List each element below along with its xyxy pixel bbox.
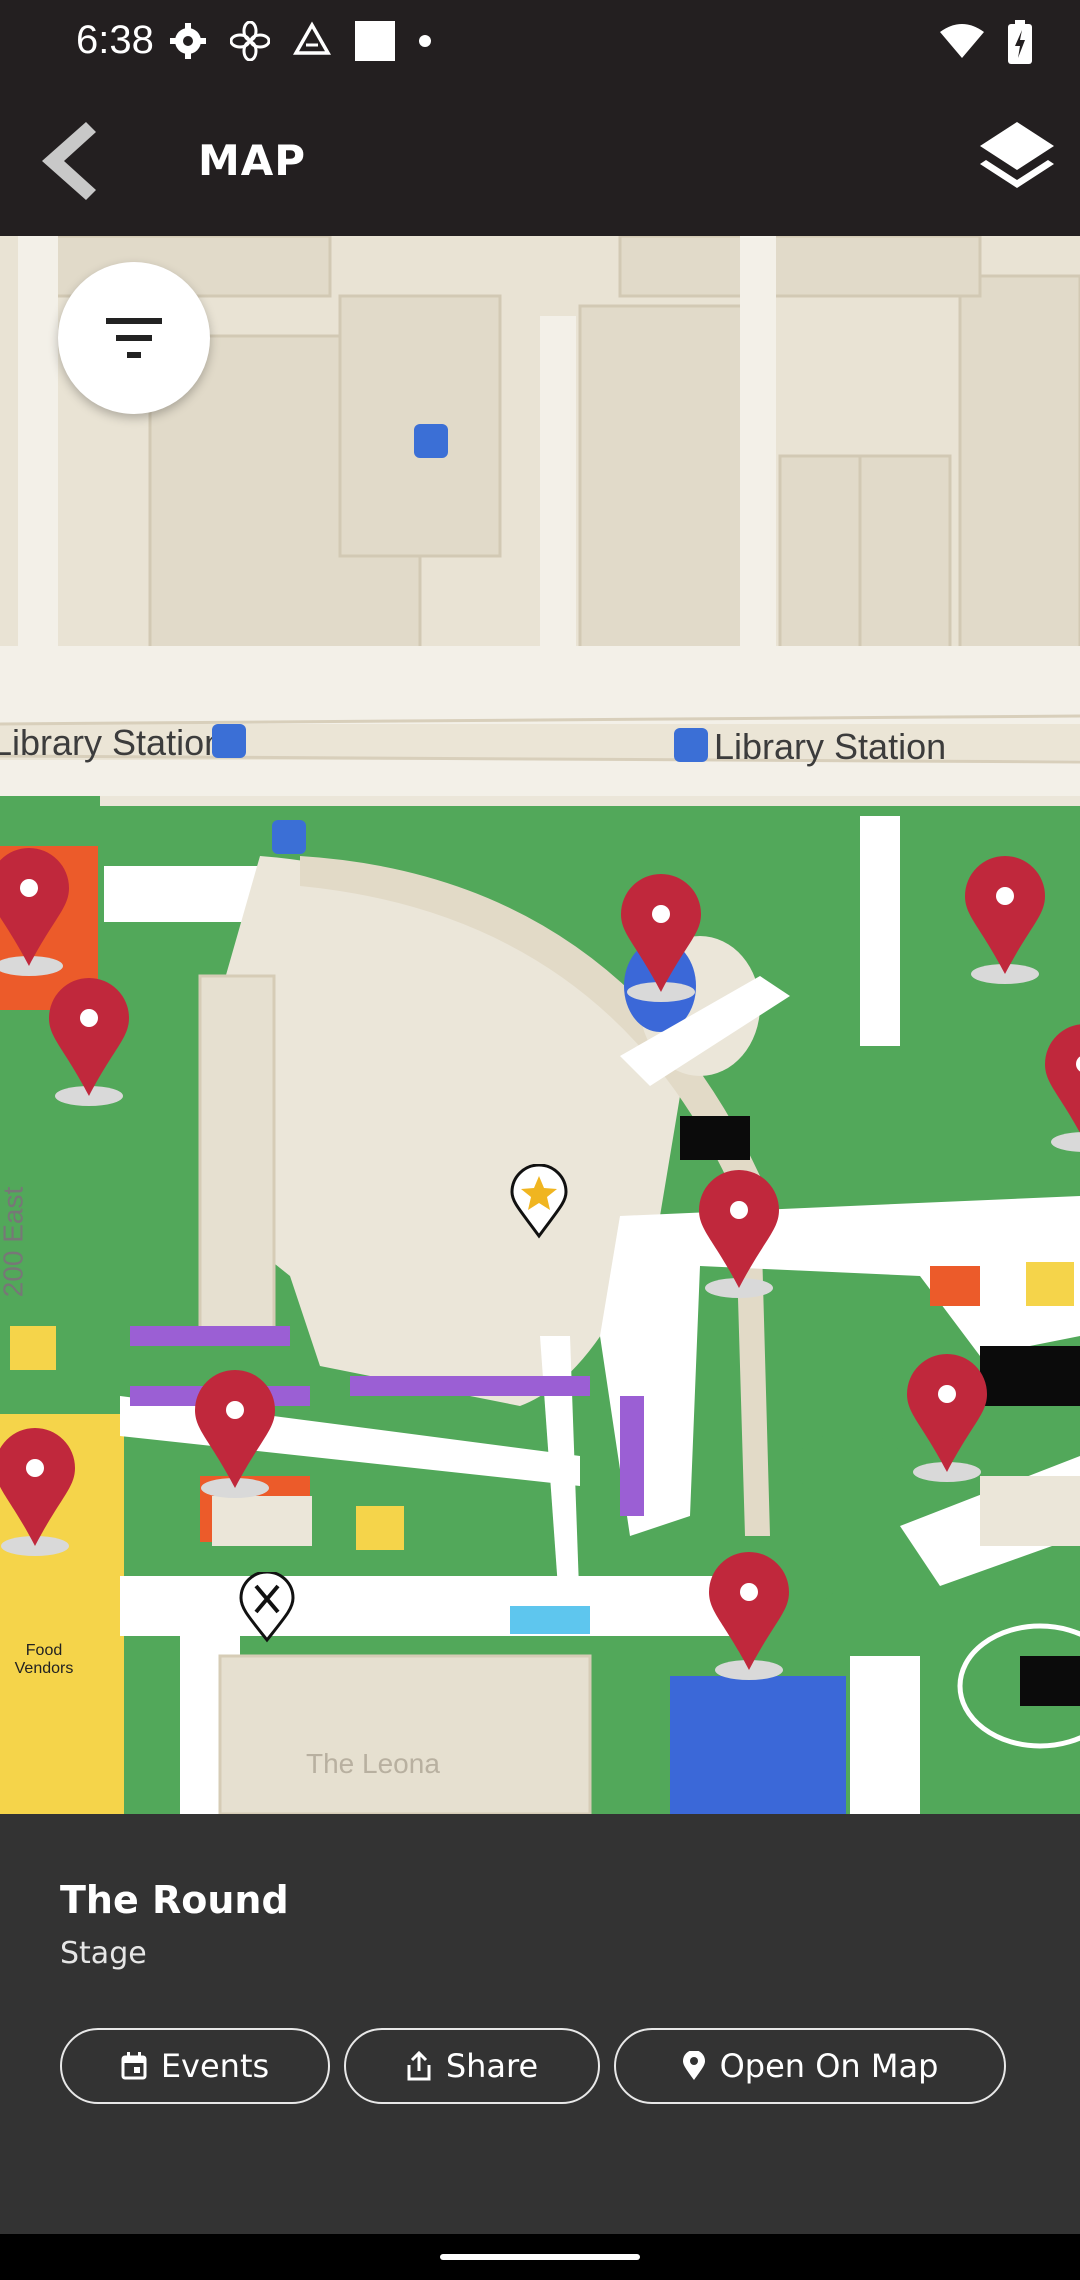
layers-icon [980, 122, 1054, 188]
share-button[interactable]: Share [344, 2028, 600, 2104]
open-on-map-button[interactable]: Open On Map [614, 2028, 1006, 2104]
map-pin[interactable] [44, 978, 134, 1108]
map-pin[interactable] [960, 856, 1050, 986]
map-pin[interactable] [616, 874, 706, 1004]
train-station-icon-east[interactable] [674, 728, 708, 762]
place-subtitle: Stage [60, 1936, 147, 1971]
events-button[interactable]: Events [60, 2028, 330, 2104]
back-button[interactable] [24, 116, 114, 206]
selected-star-pin-icon[interactable] [508, 1164, 570, 1240]
bus-stop-icon-park[interactable] [272, 820, 306, 854]
chevron-left-icon [42, 122, 96, 200]
filter-icon [106, 318, 162, 358]
station-label-east: Library Station [714, 726, 947, 767]
building-label: The Leona [306, 1748, 440, 1779]
status-bar: 6:38 [0, 0, 1080, 84]
share-icon [407, 2051, 431, 2081]
train-station-icon-west[interactable] [212, 724, 246, 758]
wifi-icon [940, 24, 984, 58]
status-icons-left [168, 20, 432, 62]
bus-stop-icon[interactable] [414, 424, 448, 458]
status-time: 6:38 [76, 18, 154, 62]
food-vendors-label: Food Vendors [14, 1642, 74, 1677]
fan-icon [230, 21, 270, 61]
action-buttons: Events Share Open On Map [60, 2028, 1006, 2104]
place-detail-sheet: The Round Stage Events Share Open On Map [0, 1814, 1080, 2234]
map-pin[interactable] [0, 1428, 80, 1558]
map-pin[interactable] [190, 1370, 280, 1500]
app-bar: MAP [0, 84, 1080, 236]
layers-button[interactable] [972, 114, 1062, 204]
drive-icon [292, 21, 332, 55]
events-button-label: Events [160, 2047, 270, 2085]
filter-button[interactable] [58, 262, 210, 414]
map-base [0, 236, 1080, 1814]
system-nav-bar [0, 2234, 1080, 2280]
road-label: 200 East [0, 1186, 29, 1298]
square-icon [355, 21, 395, 61]
restaurant-pin-icon[interactable] [238, 1572, 296, 1644]
settings-icon [170, 23, 206, 59]
status-icons-right [940, 20, 1032, 64]
calendar-icon [121, 2052, 147, 2080]
map-pin[interactable] [704, 1552, 794, 1682]
map-pin[interactable] [694, 1170, 784, 1300]
battery-icon [1008, 20, 1032, 64]
home-gesture-handle[interactable] [440, 2254, 640, 2260]
map-pin[interactable] [902, 1354, 992, 1484]
dot-icon [419, 35, 431, 47]
share-button-label: Share [445, 2047, 539, 2085]
open-on-map-button-label: Open On Map [719, 2047, 939, 2085]
station-label-west: Library Station [0, 722, 225, 763]
map-pin[interactable] [0, 848, 74, 978]
place-title: The Round [60, 1878, 289, 1922]
location-pin-icon [682, 2051, 705, 2080]
map-view[interactable]: Library Station Library Station 200 East… [0, 236, 1080, 1814]
page-title: MAP [198, 136, 307, 185]
map-pin[interactable] [1040, 1024, 1080, 1154]
